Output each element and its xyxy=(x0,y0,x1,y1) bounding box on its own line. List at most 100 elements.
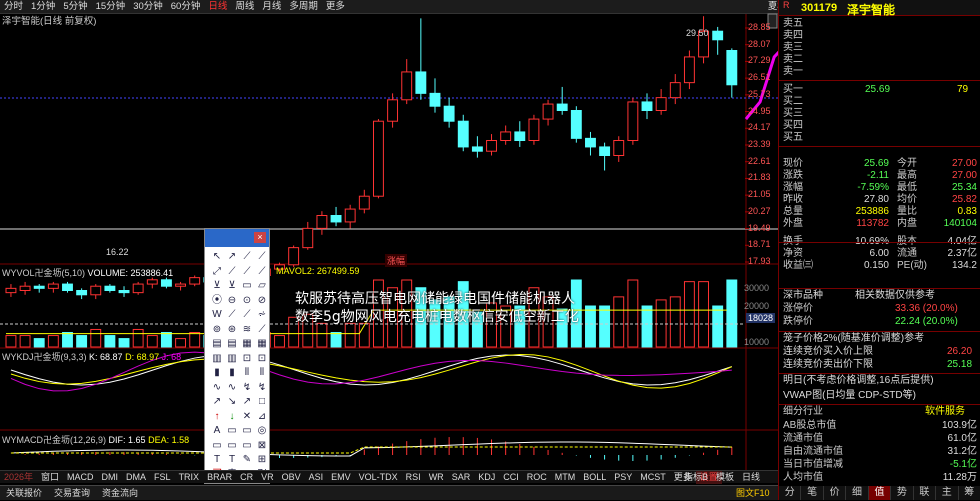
indicator-tab[interactable]: OBV xyxy=(278,471,305,484)
draw-tool-icon[interactable]: ↗ xyxy=(241,396,253,408)
draw-tool-icon[interactable]: ↘ xyxy=(226,396,238,408)
draw-tool-icon[interactable]: ↓ xyxy=(226,411,238,423)
close-icon[interactable]: × xyxy=(254,232,266,243)
event-tag[interactable]: 涨幅 xyxy=(385,254,407,267)
draw-tool-icon[interactable]: ⟋ xyxy=(256,251,268,263)
bottom-right-tab[interactable]: 日线 xyxy=(738,471,764,484)
draw-tool-icon[interactable]: ▭ xyxy=(241,440,253,452)
draw-tool-icon[interactable]: ⊖ xyxy=(226,295,238,307)
draw-tool-icon[interactable]: ⦀ xyxy=(256,367,268,379)
draw-tool-icon[interactable]: ▮ xyxy=(226,367,238,379)
draw-tool-icon[interactable]: ⊠ xyxy=(256,440,268,452)
draw-tool-icon[interactable]: ⊙ xyxy=(241,295,253,307)
indicator-tab[interactable]: TRIX xyxy=(175,471,204,484)
draw-tool-icon[interactable]: T xyxy=(226,454,238,466)
draw-tool-icon[interactable]: ▥ xyxy=(226,353,238,365)
draw-tool-icon[interactable]: ↗ xyxy=(226,251,238,263)
tomorrow-row[interactable]: 明日(不考虑价格调整,16点后提供) xyxy=(779,375,980,387)
indicator-tab[interactable]: CR xyxy=(236,471,257,484)
draw-tool-icon[interactable]: ⤢ xyxy=(211,266,223,278)
draw-tool-icon[interactable]: ▥ xyxy=(211,353,223,365)
draw-tool-icon[interactable]: □ xyxy=(256,396,268,408)
tomorrow-label[interactable]: 明日(不考虑价格调整,16点后提供) xyxy=(783,375,934,387)
draw-tool-icon[interactable]: ↯ xyxy=(241,382,253,394)
draw-tool-icon[interactable]: ⊻ xyxy=(211,280,223,292)
panel-tab[interactable]: 主 xyxy=(936,486,958,500)
draw-tool-icon[interactable]: ▤ xyxy=(226,338,238,350)
draw-tool-icon[interactable]: ≋ xyxy=(241,324,253,336)
draw-tool-icon[interactable]: ▦ xyxy=(241,338,253,350)
draw-tool-icon[interactable]: ⟋ xyxy=(241,251,253,263)
panel-tab[interactable]: 势 xyxy=(891,486,913,500)
indicator-tab[interactable]: MACD xyxy=(63,471,98,484)
draw-tool-icon[interactable]: ▦ xyxy=(256,338,268,350)
draw-tool-icon[interactable]: ⊛ xyxy=(226,324,238,336)
indicator-tab[interactable]: ASI xyxy=(305,471,328,484)
draw-tool-icon[interactable]: ⊘ xyxy=(256,295,268,307)
indicator-tab[interactable]: VR xyxy=(257,471,278,484)
draw-tool-icon[interactable]: ▤ xyxy=(211,338,223,350)
panel-tab[interactable]: 细 xyxy=(846,486,868,500)
draw-tool-icon[interactable]: ▭ xyxy=(241,425,253,437)
draw-tool-icon[interactable]: ⟋ xyxy=(226,266,238,278)
panel-tab[interactable]: 筹 xyxy=(959,486,980,500)
industry-value[interactable]: 软件服务 xyxy=(925,406,965,418)
draw-tool-icon[interactable]: ▭ xyxy=(211,440,223,452)
draw-tool-icon[interactable]: ⦿ xyxy=(211,295,223,307)
indicator-tab[interactable]: 2026年 xyxy=(0,471,37,484)
draw-tool-icon[interactable]: ▭ xyxy=(241,280,253,292)
draw-tool-icon[interactable]: W xyxy=(211,309,223,321)
indicator-tab[interactable]: 窗口 xyxy=(37,471,63,484)
indicator-tab[interactable]: DMI xyxy=(98,471,123,484)
draw-tool-icon[interactable]: ⊚ xyxy=(211,324,223,336)
draw-tool-icon[interactable]: ⊡ xyxy=(241,353,253,365)
draw-tool-icon[interactable]: ↑ xyxy=(211,411,223,423)
draw-tool-icon[interactable]: T xyxy=(211,454,223,466)
indicator-tab[interactable]: BOLL xyxy=(579,471,610,484)
status-fund-flow[interactable]: 资金流向 xyxy=(96,486,144,501)
toolbox-header[interactable]: × xyxy=(205,229,269,247)
draw-tool-icon[interactable]: ✕ xyxy=(241,411,253,423)
indicator-tab[interactable]: EMV xyxy=(327,471,355,484)
draw-tool-icon[interactable]: ⩫ xyxy=(256,309,268,321)
panel-tab[interactable]: 分 xyxy=(779,486,801,500)
draw-tool-icon[interactable]: ⟋ xyxy=(241,309,253,321)
indicator-tab[interactable]: VOL-TDX xyxy=(355,471,402,484)
draw-tool-icon[interactable]: ▮ xyxy=(211,367,223,379)
indicator-tab[interactable]: RSI xyxy=(402,471,425,484)
indicator-tab[interactable]: MTM xyxy=(551,471,580,484)
indicator-tab[interactable]: KDJ xyxy=(474,471,499,484)
indicator-tab[interactable]: MCST xyxy=(636,471,670,484)
draw-tool-icon[interactable]: ⟋ xyxy=(256,324,268,336)
draw-tool-icon[interactable]: ∿ xyxy=(226,382,238,394)
indicator-tab[interactable]: SAR xyxy=(448,471,475,484)
draw-tool-icon[interactable]: ⊡ xyxy=(256,353,268,365)
indicator-tab[interactable]: DMA xyxy=(122,471,150,484)
draw-tool-icon[interactable]: ⊻ xyxy=(226,280,238,292)
draw-tool-icon[interactable]: ↖ xyxy=(211,251,223,263)
draw-tool-icon[interactable]: ⟋ xyxy=(226,309,238,321)
draw-tool-icon[interactable]: ▱ xyxy=(256,280,268,292)
draw-tool-icon[interactable]: ↯ xyxy=(256,382,268,394)
draw-tool-icon[interactable]: ⦀ xyxy=(241,367,253,379)
indicator-tab[interactable]: PSY xyxy=(610,471,636,484)
kline-chart[interactable] xyxy=(0,0,778,485)
panel-tab[interactable]: 价 xyxy=(824,486,846,500)
vwap-label[interactable]: VWAP图(日均量 CDP-STD等) xyxy=(783,390,916,402)
draw-tool-icon[interactable]: ▭ xyxy=(226,425,238,437)
panel-tab[interactable]: 联 xyxy=(914,486,936,500)
status-related-quote[interactable]: 关联报价 xyxy=(0,486,48,501)
status-f10[interactable]: 图文F10 xyxy=(730,486,776,501)
bottom-right-tab[interactable]: 模板 xyxy=(712,471,738,484)
panel-tab[interactable]: 笔 xyxy=(801,486,823,500)
draw-tool-icon[interactable]: ⊞ xyxy=(256,454,268,466)
draw-tool-icon[interactable]: ↗ xyxy=(211,396,223,408)
indicator-tab[interactable]: ROC xyxy=(523,471,551,484)
draw-tool-icon[interactable]: ⟋ xyxy=(256,266,268,278)
draw-tool-icon[interactable]: ▭ xyxy=(226,440,238,452)
status-trade-query[interactable]: 交易查询 xyxy=(48,486,96,501)
draw-tool-icon[interactable]: ✎ xyxy=(241,454,253,466)
bottom-right-tab[interactable]: 指标B xyxy=(680,471,712,484)
draw-tool-icon[interactable]: A xyxy=(211,425,223,437)
indicator-tab[interactable]: CCI xyxy=(499,471,523,484)
